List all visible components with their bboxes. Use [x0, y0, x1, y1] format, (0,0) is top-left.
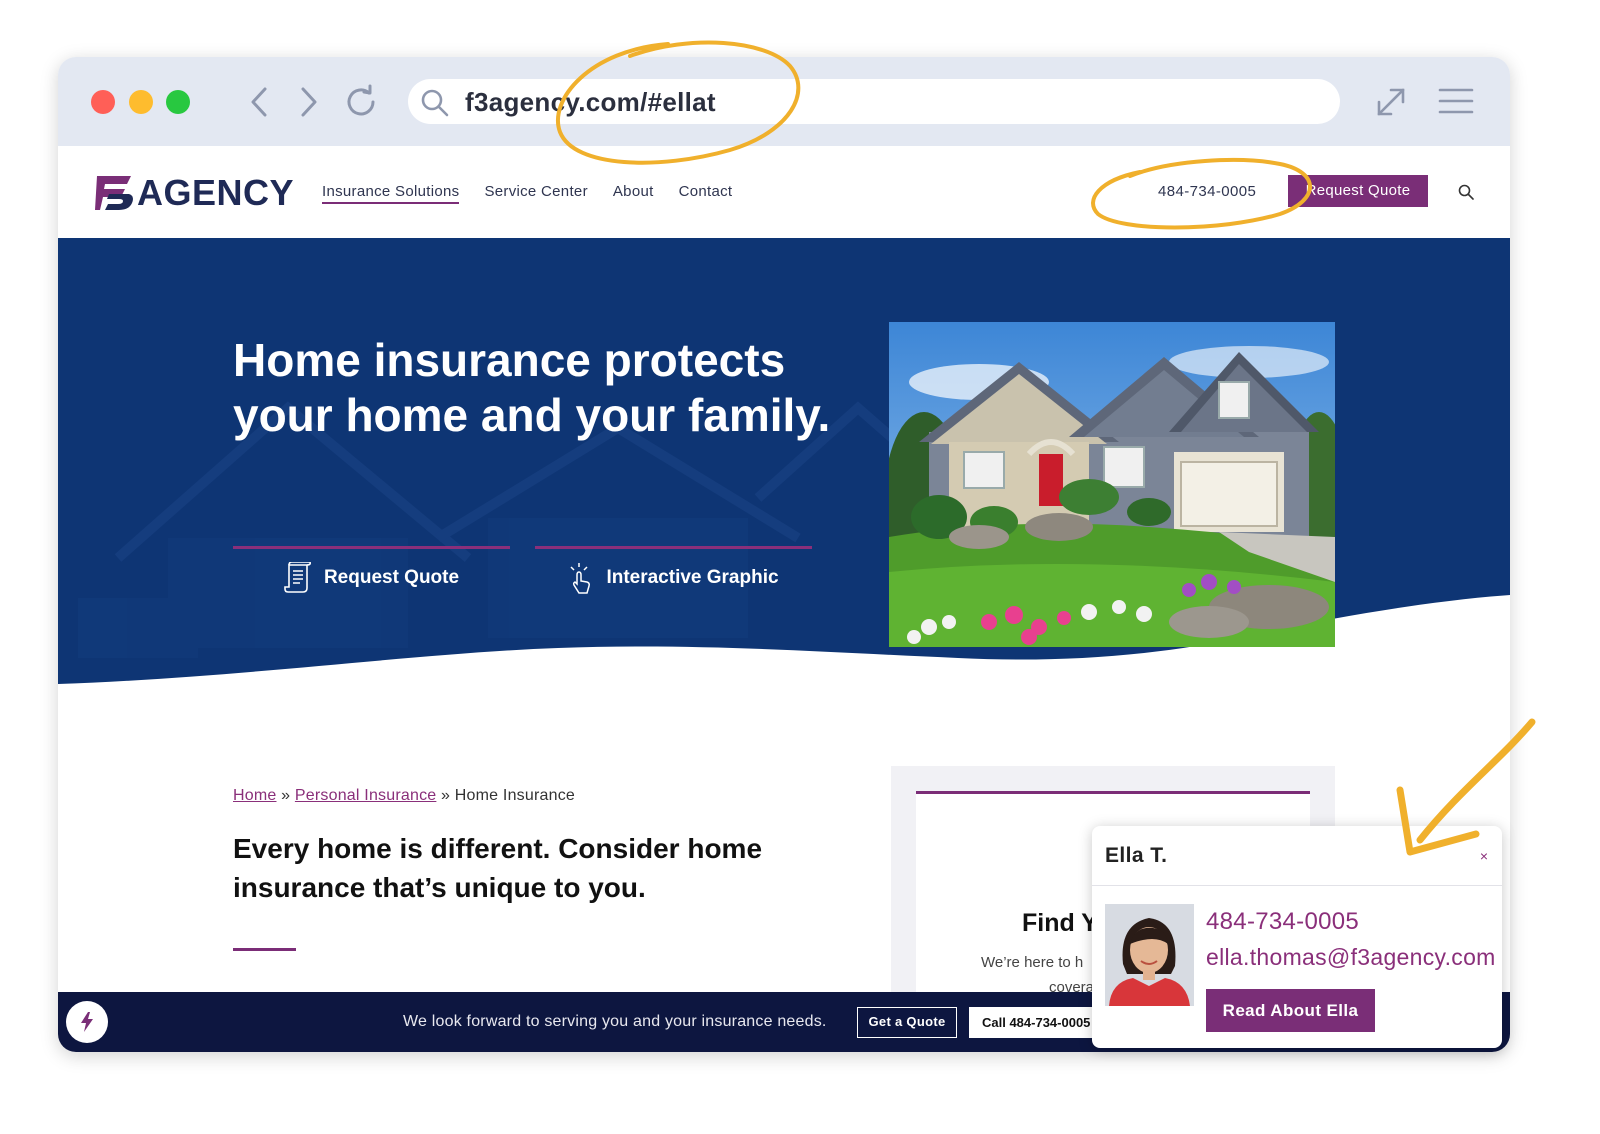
breadcrumb-personal-insurance[interactable]: Personal Insurance	[295, 787, 436, 804]
breadcrumb-home[interactable]: Home	[233, 787, 276, 804]
find-agent-text: We’re here to h	[981, 954, 1084, 971]
breadcrumb-separator: »	[281, 787, 291, 804]
browser-toolbar: f3agency.com/#ellat	[58, 57, 1510, 146]
agent-avatar	[1105, 904, 1194, 1006]
interactive-graphic-label: Interactive Graphic	[606, 566, 779, 588]
f3-logo-mark	[95, 176, 133, 210]
site-search-icon[interactable]	[1458, 184, 1474, 200]
main-nav: Insurance Solutions Service Center About…	[322, 183, 732, 204]
header-phone-link[interactable]: 484-734-0005	[1158, 183, 1256, 200]
content-heading: Every home is different. Consider home i…	[233, 833, 763, 903]
nav-about[interactable]: About	[613, 183, 654, 204]
nav-service-center[interactable]: Service Center	[484, 183, 587, 204]
lightning-icon	[81, 1012, 93, 1032]
cta-message: We look forward to serving you and your …	[403, 1013, 827, 1030]
hero-request-quote-button[interactable]: Request Quote	[233, 546, 510, 606]
get-a-quote-button[interactable]: Get a Quote	[857, 1007, 957, 1038]
pointer-click-icon	[570, 562, 591, 594]
hero-request-quote-label: Request Quote	[323, 566, 460, 588]
agency-logo[interactable]: AGENCY	[95, 174, 295, 212]
search-icon	[421, 89, 449, 117]
read-about-agent-button[interactable]: Read About Ella	[1206, 989, 1375, 1032]
agent-email-link[interactable]: ella.thomas@f3agency.com	[1206, 944, 1496, 971]
heading-divider	[233, 948, 296, 951]
hero-title: Home insurance protects your home and yo…	[233, 334, 831, 441]
breadcrumb-current: Home Insurance	[454, 787, 575, 804]
back-icon[interactable]	[244, 83, 276, 121]
maximize-window-button[interactable]	[166, 90, 190, 114]
close-window-button[interactable]	[91, 90, 115, 114]
url-text[interactable]: f3agency.com/#ellat	[465, 87, 716, 118]
house-photo	[889, 322, 1335, 647]
call-button[interactable]: Call 484-734-0005	[969, 1007, 1109, 1038]
nav-contact[interactable]: Contact	[679, 183, 733, 204]
interactive-graphic-button[interactable]: Interactive Graphic	[535, 546, 812, 606]
close-icon[interactable]: ×	[1480, 848, 1488, 864]
reload-icon[interactable]	[342, 83, 382, 121]
request-quote-button[interactable]: Request Quote	[1288, 175, 1428, 207]
agent-popup: Ella T. × 484-734-0005 ella.thomas@f3age…	[1092, 826, 1502, 1048]
breadcrumb: Home » Personal Insurance » Home Insuran…	[233, 787, 575, 805]
agent-phone-link[interactable]: 484-734-0005	[1206, 908, 1359, 936]
menu-icon[interactable]	[1438, 85, 1474, 117]
breadcrumb-separator: »	[441, 787, 451, 804]
bolt-button[interactable]	[66, 1001, 108, 1043]
agent-popup-header: Ella T. ×	[1092, 826, 1502, 886]
document-icon	[284, 561, 311, 593]
forward-icon[interactable]	[292, 83, 324, 121]
agent-name: Ella T.	[1105, 844, 1168, 867]
fullscreen-icon[interactable]	[1374, 85, 1408, 119]
hero-section: Home insurance protects your home and yo…	[58, 238, 1510, 688]
nav-insurance-solutions[interactable]: Insurance Solutions	[322, 183, 460, 204]
minimize-window-button[interactable]	[129, 90, 153, 114]
logo-wordmark: AGENCY	[137, 172, 295, 213]
address-bar[interactable]: f3agency.com/#ellat	[408, 79, 1340, 124]
site-header: AGENCY Insurance Solutions Service Cente…	[58, 146, 1510, 238]
